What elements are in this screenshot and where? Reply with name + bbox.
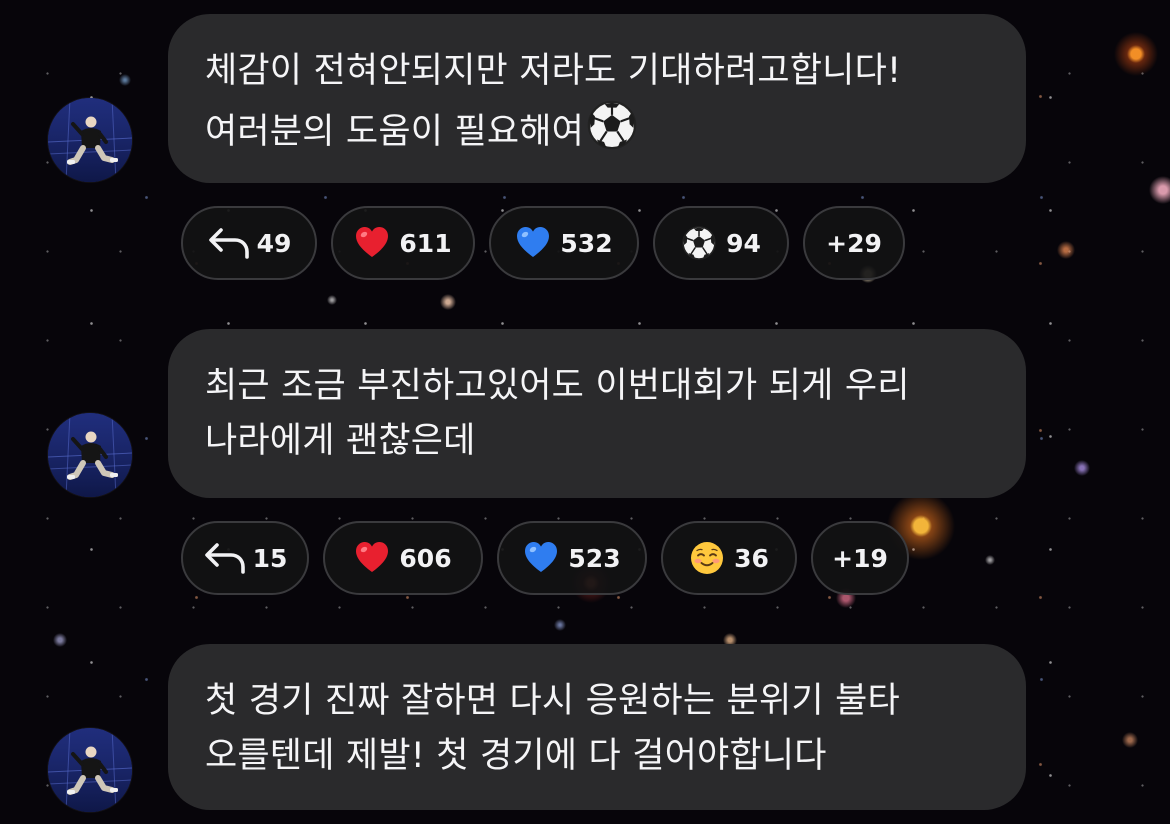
avatar[interactable]: [48, 728, 132, 812]
message-text-line: 첫 경기 진짜 잘하면 다시 응원하는 분위기 불타: [205, 681, 900, 721]
message-3: 첫 경기 진짜 잘하면 다시 응원하는 분위기 불타 오를텐데 제발! 첫 경기…: [0, 0, 1170, 824]
message-bubble[interactable]: 첫 경기 진짜 잘하면 다시 응원하는 분위기 불타 오를텐데 제발! 첫 경기…: [168, 644, 1026, 810]
message-text-line: 오를텐데 제발! 첫 경기에 다 걸어야합니다: [205, 736, 827, 776]
